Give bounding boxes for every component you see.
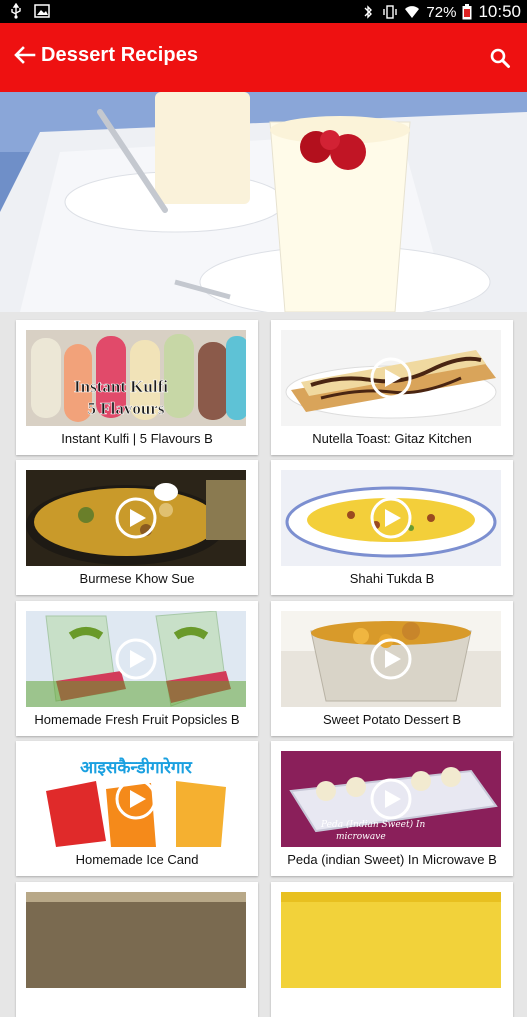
bluetooth-icon bbox=[364, 5, 373, 19]
video-card[interactable]: Nutella Toast: Gitaz Kitchen bbox=[271, 320, 513, 455]
video-thumbnail bbox=[26, 470, 246, 566]
video-card[interactable]: Shahi Tukda B bbox=[271, 460, 513, 595]
svg-text:microwave: microwave bbox=[336, 832, 386, 842]
video-thumbnail: Instant Kulfi 5 Flavours bbox=[26, 330, 246, 426]
video-card[interactable]: Homemade Fresh Fruit Popsicles B bbox=[16, 601, 258, 736]
video-title: Homemade Ice Cand bbox=[75, 852, 199, 867]
hero-banner-image bbox=[0, 92, 527, 312]
search-icon[interactable] bbox=[487, 45, 513, 71]
video-card[interactable]: Instant Kulfi 5 Flavours Instant Kulfi |… bbox=[16, 320, 258, 455]
thumbnail-text: Peda (Indian Sweet) In bbox=[320, 819, 426, 830]
video-title: Homemade Fresh Fruit Popsicles B bbox=[34, 712, 240, 727]
video-title: Shahi Tukda B bbox=[349, 571, 435, 586]
usb-icon bbox=[11, 3, 21, 19]
svg-text:5 Flavours: 5 Flavours bbox=[88, 399, 165, 418]
wifi-icon bbox=[405, 6, 420, 18]
video-card[interactable] bbox=[271, 882, 513, 1017]
status-bar: 72% 10:50 bbox=[0, 0, 527, 23]
thumbnail-text: आइसकैन्डीगारेगार bbox=[80, 757, 193, 778]
video-title: Peda (indian Sweet) In Microwave B bbox=[287, 852, 497, 867]
video-card[interactable]: आइसकैन्डीगारेगार Homemade Ice Cand bbox=[16, 741, 258, 876]
video-thumbnail bbox=[281, 330, 501, 426]
video-card[interactable] bbox=[16, 882, 258, 1017]
battery-icon bbox=[462, 4, 472, 20]
app-bar: Dessert Recipes bbox=[0, 23, 527, 92]
video-thumbnail bbox=[26, 892, 246, 988]
vibrate-icon bbox=[383, 5, 398, 19]
video-title: Nutella Toast: Gitaz Kitchen bbox=[312, 431, 472, 446]
video-title: Burmese Khow Sue bbox=[79, 571, 195, 586]
image-icon bbox=[34, 4, 50, 18]
video-thumbnail bbox=[26, 611, 246, 707]
page-title: Dessert Recipes bbox=[41, 44, 199, 66]
video-card[interactable]: Sweet Potato Dessert B bbox=[271, 601, 513, 736]
video-thumbnail: आइसकैन्डीगारेगार bbox=[26, 751, 246, 847]
battery-percent: 72% bbox=[426, 3, 457, 21]
video-title: Sweet Potato Dessert B bbox=[322, 712, 461, 727]
video-grid: Instant Kulfi 5 Flavours Instant Kulfi |… bbox=[0, 312, 527, 1017]
back-arrow-icon[interactable] bbox=[10, 41, 38, 69]
video-thumbnail bbox=[281, 892, 501, 988]
thumbnail-text: Instant Kulfi bbox=[74, 377, 168, 396]
video-thumbnail bbox=[281, 470, 501, 566]
video-card[interactable]: Peda (Indian Sweet) In microwave Peda (i… bbox=[271, 741, 513, 876]
video-title: Instant Kulfi | 5 Flavours B bbox=[61, 431, 213, 446]
clock: 10:50 bbox=[478, 2, 521, 21]
video-thumbnail bbox=[281, 611, 501, 707]
video-thumbnail: Peda (Indian Sweet) In microwave bbox=[281, 751, 501, 847]
video-card[interactable]: Burmese Khow Sue bbox=[16, 460, 258, 595]
